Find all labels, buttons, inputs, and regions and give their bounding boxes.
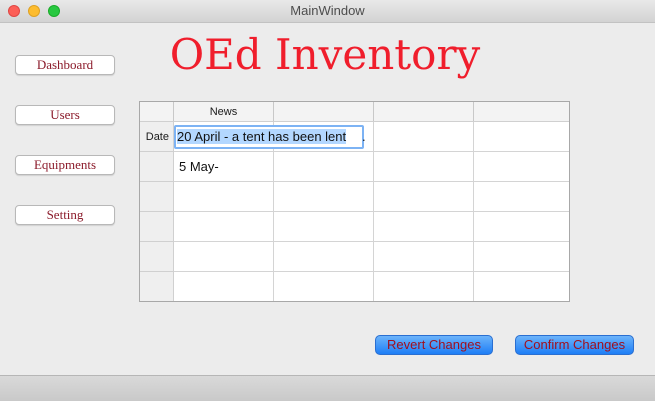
row-header[interactable] [140, 242, 173, 272]
row-header-column: Date [140, 122, 174, 301]
revert-changes-button[interactable]: Revert Changes [375, 335, 493, 355]
column-header-news[interactable]: News [174, 102, 274, 121]
setting-button[interactable]: Setting [15, 205, 115, 225]
dashboard-button[interactable]: Dashboard [15, 55, 115, 75]
table-cell[interactable] [174, 272, 274, 301]
cell-overflow-marker: . [362, 129, 366, 144]
column-header[interactable] [374, 102, 474, 121]
row-header[interactable] [140, 212, 173, 242]
cell-editor-input[interactable]: 20 April - a tent has been lent [174, 125, 364, 149]
table-cell[interactable] [274, 272, 374, 301]
row-header[interactable] [140, 182, 173, 212]
table-cell[interactable] [274, 152, 374, 182]
table-cell[interactable]: 5 May- [174, 152, 274, 182]
table-cell[interactable] [474, 212, 569, 242]
users-button[interactable]: Users [15, 105, 115, 125]
selected-text: 20 April - a tent has been lent [177, 129, 347, 144]
main-window: MainWindow OEd Inventory Dashboard Users… [0, 0, 655, 401]
table-cell[interactable] [374, 212, 474, 242]
table-cell[interactable] [274, 212, 374, 242]
table-cell[interactable] [374, 152, 474, 182]
title-bar[interactable]: MainWindow [0, 0, 655, 23]
table-cell[interactable] [274, 242, 374, 272]
table-cell[interactable] [474, 152, 569, 182]
table-cell[interactable] [174, 212, 274, 242]
row-header[interactable] [140, 272, 173, 302]
window-title: MainWindow [290, 3, 365, 18]
table-cell[interactable] [474, 242, 569, 272]
table-cell[interactable] [474, 122, 569, 152]
column-header[interactable] [474, 102, 569, 121]
table-cell[interactable] [174, 242, 274, 272]
table-header: News [140, 102, 569, 122]
confirm-changes-button[interactable]: Confirm Changes [515, 335, 634, 355]
table-cell[interactable] [374, 272, 474, 301]
table-cell[interactable] [474, 272, 569, 301]
table-cell[interactable] [374, 242, 474, 272]
status-bar [0, 375, 655, 401]
row-header-date[interactable]: Date [140, 122, 173, 152]
news-table[interactable]: News Date 5 May- 20 April - a tent has b… [139, 101, 570, 302]
column-header[interactable] [274, 102, 374, 121]
table-corner [140, 102, 174, 121]
table-cell[interactable] [374, 182, 474, 212]
app-title: OEd Inventory [169, 30, 481, 79]
table-cell[interactable] [474, 182, 569, 212]
equipments-button[interactable]: Equipments [15, 155, 115, 175]
table-cell[interactable] [274, 182, 374, 212]
row-header[interactable] [140, 152, 173, 182]
table-cell[interactable] [374, 122, 474, 152]
table-cell[interactable] [174, 182, 274, 212]
